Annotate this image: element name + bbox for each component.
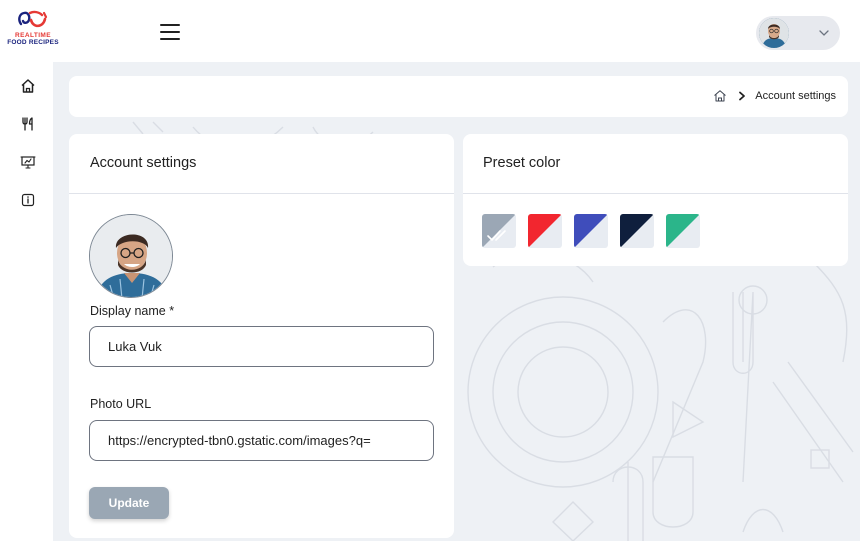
info-icon[interactable] — [20, 192, 36, 208]
preset-swatch-red[interactable] — [528, 214, 562, 248]
home-icon[interactable] — [713, 89, 727, 103]
photo-url-input[interactable]: https://encrypted-tbn0.gstatic.com/image… — [89, 420, 434, 461]
breadcrumb-current: Account settings — [755, 90, 836, 102]
preset-color-card: Preset color — [463, 134, 848, 266]
hamburger-icon — [160, 24, 180, 26]
preset-swatch-blue[interactable] — [574, 214, 608, 248]
logo[interactable]: REALTIME FOOD RECIPES — [2, 8, 64, 52]
profile-photo — [89, 214, 173, 298]
breadcrumb: Account settings — [69, 76, 848, 117]
preset-swatch-green[interactable] — [666, 214, 700, 248]
color-swatches — [482, 214, 712, 248]
presentation-icon[interactable] — [20, 154, 36, 170]
photo-url-label: Photo URL — [90, 397, 152, 411]
hamburger-menu-button[interactable] — [160, 24, 180, 40]
chevron-right-icon — [739, 91, 746, 101]
fork-knife-icon[interactable] — [20, 116, 36, 132]
profile-menu-button[interactable] — [756, 16, 840, 50]
card-title: Preset color — [463, 134, 848, 194]
update-button[interactable]: Update — [89, 487, 169, 519]
account-settings-card: Account settings Display name * Luka Vuk… — [69, 134, 454, 538]
preset-swatch-navy[interactable] — [620, 214, 654, 248]
display-name-input[interactable]: Luka Vuk — [89, 326, 434, 367]
chevron-down-icon — [819, 30, 829, 36]
sidebar — [0, 62, 53, 541]
home-icon[interactable] — [20, 78, 36, 94]
avatar — [759, 18, 789, 48]
logo-icon — [18, 10, 48, 28]
display-name-label: Display name * — [90, 304, 175, 318]
logo-text-bottom: FOOD RECIPES — [7, 39, 59, 46]
hamburger-icon-line — [160, 31, 180, 33]
top-bar: REALTIME FOOD RECIPES — [0, 0, 860, 62]
card-title: Account settings — [69, 134, 454, 194]
main-content: Account settings Account settings Displa… — [53, 62, 860, 541]
hamburger-icon-line — [160, 38, 180, 40]
preset-swatch-default[interactable] — [482, 214, 516, 248]
logo-text-top: REALTIME — [15, 32, 51, 39]
